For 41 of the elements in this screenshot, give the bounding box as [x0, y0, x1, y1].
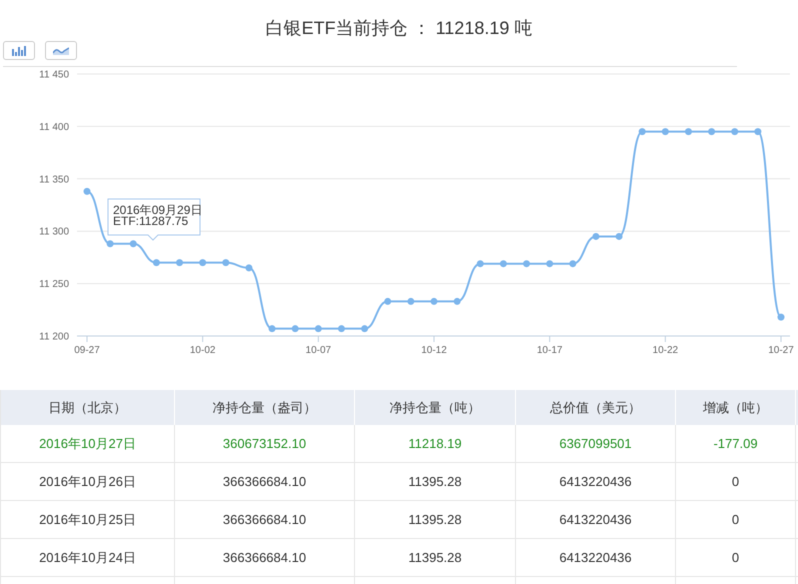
- y-axis-label: 11 250: [39, 279, 69, 290]
- table-cell: 11395.28: [355, 501, 516, 538]
- table-cell: 2016年10月27日: [1, 425, 175, 462]
- table-cell: 11395.28: [355, 463, 516, 500]
- y-axis-label: 11 350: [39, 174, 69, 186]
- table-cell: 11218.19: [355, 425, 516, 462]
- table-cell: 366366684.10: [175, 501, 355, 538]
- table-cell: 0: [676, 539, 796, 576]
- y-axis-label: 11 450: [39, 70, 69, 80]
- chart-title: 白银ETF当前持仓 ： 11218.19 吨: [266, 18, 532, 38]
- table-cell: 0: [676, 501, 796, 538]
- column-header: 净持仓量（盎司）: [175, 390, 355, 425]
- x-axis-label: 10-02: [190, 345, 216, 356]
- table-cell: 2016年10月25日: [1, 501, 175, 538]
- table-cell: 2016年10月24日: [1, 539, 175, 576]
- table-cell: 2016年10月26日: [1, 463, 175, 500]
- table-cell: 6367099501: [516, 425, 676, 462]
- x-axis-label: 10-27: [768, 345, 794, 356]
- table-cell: 11395.28: [355, 539, 516, 576]
- table-cell: 6413220436: [516, 539, 676, 576]
- table-cell: 360673152.10: [175, 425, 355, 462]
- table-cell: 366366684.10: [175, 539, 355, 576]
- table-cell: 6413220436: [516, 463, 676, 500]
- x-axis-label: 09-27: [74, 345, 100, 356]
- column-header: 增减（吨）: [676, 390, 796, 425]
- tooltip-text: 2016年09月29日: [113, 203, 202, 217]
- column-header: 总价值（美元）: [516, 390, 676, 425]
- x-axis-label: 10-12: [421, 345, 447, 356]
- table-cell: -177.09: [676, 425, 796, 462]
- table-cell: 6413220436: [516, 501, 676, 538]
- tooltip-text: ETF:11287.75: [113, 214, 188, 228]
- x-axis-label: 10-07: [306, 345, 332, 356]
- y-axis-label: 11 300: [39, 226, 69, 238]
- y-axis-label: 11 400: [39, 122, 69, 133]
- x-axis-label: 10-17: [536, 345, 562, 356]
- y-axis-label: 11 200: [39, 332, 69, 342]
- column-header: 日期（北京）: [1, 390, 175, 425]
- x-axis-label: 10-22: [652, 345, 678, 356]
- column-header: 净持仓量（吨）: [355, 390, 516, 425]
- table-cell: 366366684.10: [175, 463, 355, 500]
- table-cell: 0: [676, 463, 796, 500]
